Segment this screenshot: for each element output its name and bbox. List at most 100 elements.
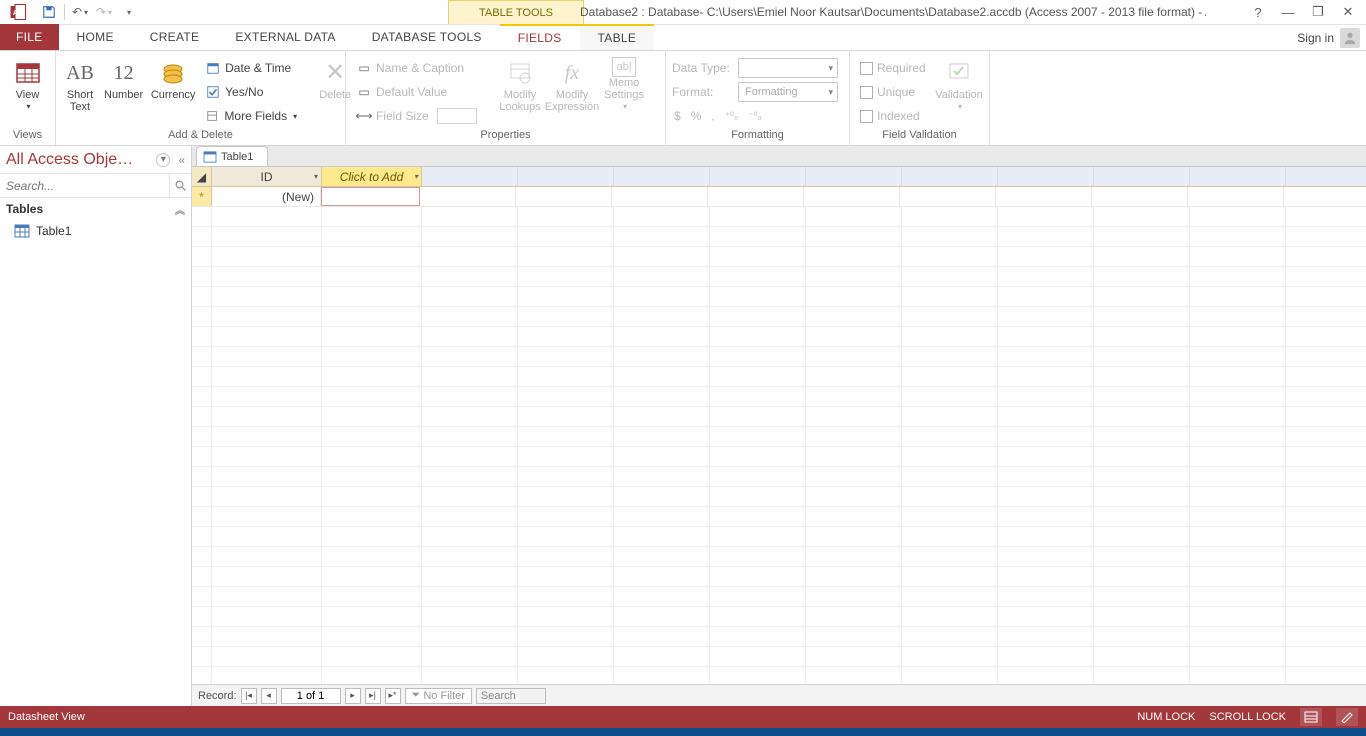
datasheet-view-icon [12, 57, 44, 89]
tab-fields[interactable]: FIELDS [500, 24, 580, 50]
quick-access-toolbar: ↶▾ ↷▾ ▾ [38, 1, 139, 23]
search-icon[interactable] [169, 174, 191, 197]
nav-group-tables[interactable]: Tables︽ [0, 198, 191, 220]
validation-icon [943, 57, 975, 89]
nav-dropdown-icon[interactable]: ▾ [156, 153, 170, 167]
data-type-row: Data Type: [672, 57, 843, 79]
avatar-icon [1340, 28, 1360, 48]
prev-record-icon[interactable]: ◂ [261, 688, 277, 704]
number-button[interactable]: 12Number [102, 55, 145, 101]
view-label: View [16, 89, 40, 101]
undo-icon[interactable]: ↶▾ [69, 1, 91, 23]
document-tabs: Table1 ✕ [192, 146, 1366, 166]
cell-id-new[interactable]: (New) [212, 187, 321, 206]
navigation-pane: All Access Obje… ▾ « Tables︽ Table1 [0, 146, 192, 706]
short-text-icon: AB [64, 57, 96, 89]
workspace: All Access Obje… ▾ « Tables︽ Table1 Tabl… [0, 146, 1366, 706]
data-type-combo [738, 58, 838, 78]
validation-button: Validation▾ [935, 55, 983, 113]
format-row: Format:Formatting [672, 81, 843, 103]
name-caption-button: ▭Name & Caption [352, 57, 492, 79]
new-record-icon[interactable]: ▸* [385, 688, 401, 704]
nav-header[interactable]: All Access Obje… ▾ « [0, 146, 191, 174]
design-view-icon[interactable] [1336, 708, 1358, 726]
comma-format-icon: , [711, 109, 714, 123]
datasheet-view-icon[interactable] [1300, 708, 1322, 726]
currency-button[interactable]: Currency [149, 55, 197, 101]
nav-collapse-icon[interactable]: « [178, 153, 185, 167]
group-add-delete: ABShort Text 12Number Currency Date & Ti… [56, 51, 346, 145]
document-tab-table1[interactable]: Table1 [196, 146, 268, 166]
tab-external-data[interactable]: EXTERNAL DATA [217, 24, 353, 50]
tab-home[interactable]: HOME [59, 24, 132, 50]
group-views: View ▾ Views [0, 51, 56, 145]
cell-editing[interactable] [321, 187, 420, 206]
svg-text:A: A [13, 8, 19, 17]
tab-create[interactable]: CREATE [132, 24, 218, 50]
view-button[interactable]: View ▾ [6, 55, 49, 113]
customize-qat-icon[interactable]: ▾ [117, 1, 139, 23]
number-icon: 12 [108, 57, 140, 89]
fx-icon: fx [556, 57, 588, 89]
checkbox-icon [860, 62, 873, 75]
nav-header-title: All Access Obje… [6, 151, 133, 169]
window-title: Database2 : Database- C:\Users\Emiel Noo… [580, 0, 1206, 24]
minimize-icon[interactable]: ― [1280, 5, 1296, 20]
column-header-click-to-add[interactable]: Click to Add▾ [322, 167, 422, 186]
close-icon[interactable]: ✕ [1340, 4, 1356, 20]
number-format-row: $ % , ⁺⁰₀ ⁻⁰₀ [672, 105, 843, 127]
redo-icon[interactable]: ↷▾ [93, 1, 115, 23]
tab-table[interactable]: TABLE [580, 24, 655, 50]
app-icon: A [6, 1, 30, 23]
sign-in[interactable]: Sign in [1297, 25, 1360, 51]
tag-icon: ▭ [356, 60, 372, 76]
currency-icon [157, 57, 189, 89]
filter-indicator[interactable]: ⏷No Filter [405, 688, 472, 704]
table-icon [14, 224, 30, 238]
sign-in-label: Sign in [1297, 31, 1334, 45]
tab-database-tools[interactable]: DATABASE TOOLS [354, 24, 500, 50]
first-record-icon[interactable]: |◂ [241, 688, 257, 704]
document-tab-label: Table1 [221, 151, 253, 163]
decrease-decimals-icon: ⁻⁰₀ [748, 111, 761, 122]
tab-file[interactable]: FILE [0, 24, 59, 50]
memo-settings-button: ab|Memo Settings▾ [600, 55, 648, 113]
datasheet: ◢ ID▾ Click to Add▾ * (New) [192, 166, 1366, 684]
save-icon[interactable] [38, 1, 60, 23]
yes-no-button[interactable]: Yes/No [201, 81, 301, 103]
date-time-button[interactable]: Date & Time [201, 57, 301, 79]
short-text-button[interactable]: ABShort Text [62, 55, 98, 113]
datasheet-row-new: * (New) [192, 187, 1366, 207]
last-record-icon[interactable]: ▸| [365, 688, 381, 704]
new-row-indicator-icon[interactable]: * [192, 187, 212, 206]
record-search-input[interactable]: Search [476, 688, 546, 704]
next-record-icon[interactable]: ▸ [345, 688, 361, 704]
group-properties: ▭Name & Caption ▭Default Value ⟷Field Si… [346, 51, 666, 145]
modify-lookups-button: Modify Lookups [496, 55, 544, 113]
record-position-input[interactable] [281, 688, 341, 704]
checkbox-icon [860, 86, 873, 99]
nav-search-input[interactable] [0, 174, 169, 197]
nav-item-table1[interactable]: Table1 [0, 220, 191, 242]
group-formatting: Data Type: Format:Formatting $ % , ⁺⁰₀ ⁻… [666, 51, 850, 145]
checkbox-icon [205, 84, 221, 100]
group-add-delete-label: Add & Delete [62, 129, 339, 145]
title-bar: A ↶▾ ↷▾ ▾ TABLE TOOLS Database2 : Databa… [0, 0, 1366, 25]
increase-decimals-icon: ⁺⁰₀ [725, 111, 738, 122]
select-all-cell[interactable]: ◢ [192, 167, 212, 186]
calendar-icon [205, 60, 221, 76]
column-header-id[interactable]: ID▾ [212, 167, 322, 186]
more-fields-button[interactable]: More Fields▾ [201, 105, 301, 127]
help-icon[interactable]: ? [1250, 5, 1266, 20]
memo-icon: ab| [612, 57, 636, 77]
unique-check: Unique [856, 81, 931, 103]
indexed-check: Indexed [856, 105, 931, 127]
taskbar-sliver [0, 728, 1366, 736]
ruler-icon: ⟷ [356, 108, 372, 124]
restore-icon[interactable]: ❐ [1310, 4, 1326, 20]
checkbox-icon [860, 110, 873, 123]
required-check: Required [856, 57, 931, 79]
status-bar: Datasheet View NUM LOCK SCROLL LOCK [0, 706, 1366, 728]
currency-format-icon: $ [674, 109, 681, 123]
group-validation-label: Field Validation [856, 129, 983, 145]
